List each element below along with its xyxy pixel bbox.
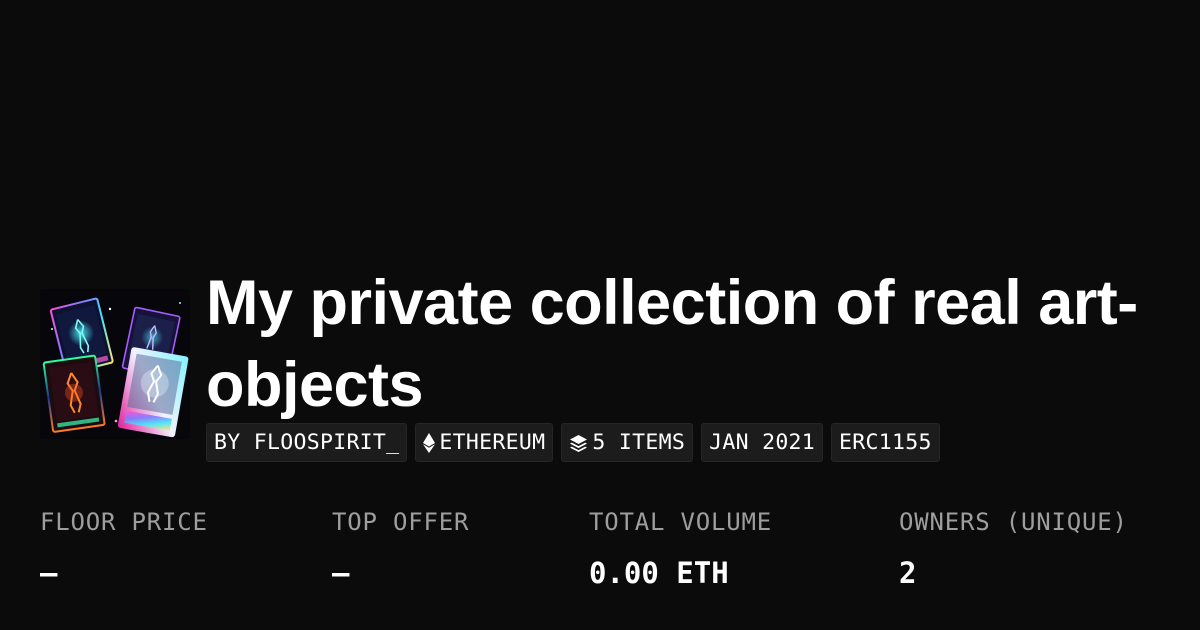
standard-badge: ERC1155: [831, 423, 940, 462]
stat-value: 2: [899, 556, 917, 590]
standard-label: ERC1155: [839, 430, 932, 455]
stat-total-volume: TOTAL VOLUME 0.00 ETH: [589, 505, 772, 591]
chain-label: ETHEREUM: [439, 430, 546, 455]
collection-badges: BY FLOOSPIRIT_ ETHEREUM 5 ITEMS JAN 2021…: [206, 423, 940, 462]
stat-top-offer: TOP OFFER –: [332, 505, 469, 591]
collection-title: My private collection of real art-object…: [206, 268, 1138, 420]
stat-label: OWNERS (UNIQUE): [899, 508, 1128, 536]
chain-badge: ETHEREUM: [415, 423, 554, 462]
layers-icon: [569, 434, 588, 452]
ethereum-icon: [423, 432, 436, 453]
items-badge: 5 ITEMS: [561, 423, 694, 462]
date-badge: JAN 2021: [701, 423, 824, 462]
stat-label: TOP OFFER: [332, 508, 470, 536]
stat-value: 0.00 ETH: [589, 556, 729, 590]
items-label: 5 ITEMS: [592, 430, 686, 455]
creator-badge[interactable]: BY FLOOSPIRIT_: [206, 423, 408, 462]
stat-value: –: [332, 556, 350, 590]
stat-label: FLOOR PRICE: [40, 508, 208, 536]
collection-thumbnail: [40, 289, 190, 439]
creator-label: BY FLOOSPIRIT_: [214, 430, 400, 455]
holographic-cards-artwork: [40, 289, 190, 439]
date-label: JAN 2021: [709, 430, 816, 455]
stat-value: –: [40, 556, 58, 590]
stat-owners-unique: OWNERS (UNIQUE) 2: [899, 505, 1128, 591]
stat-floor-price: FLOOR PRICE –: [40, 505, 208, 591]
stat-label: TOTAL VOLUME: [589, 508, 772, 536]
